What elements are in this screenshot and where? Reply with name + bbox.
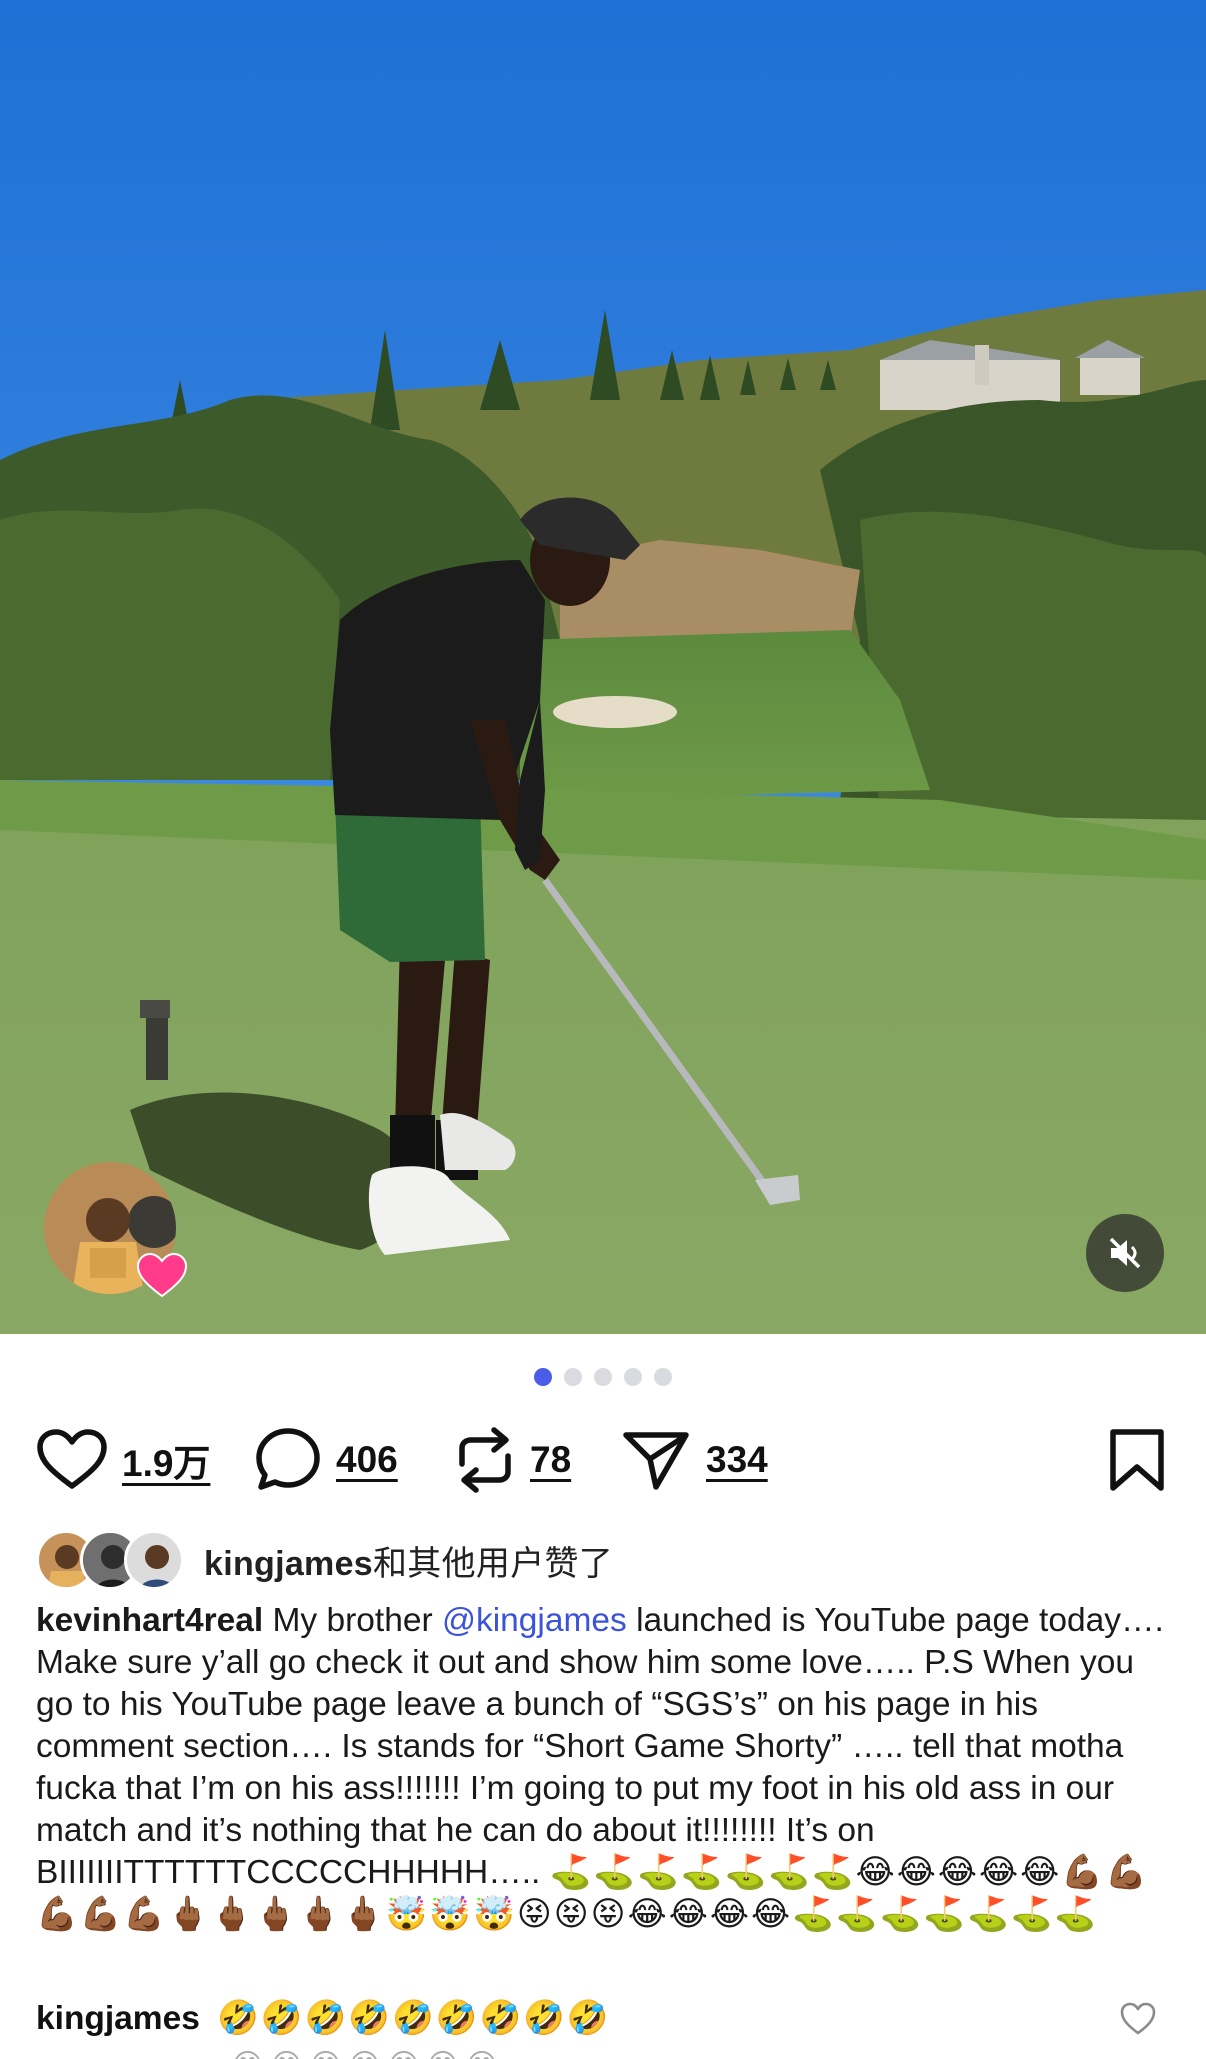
comment-icon[interactable] [254,1426,322,1494]
share-icon[interactable] [620,1427,692,1493]
liker-avatars [36,1530,196,1590]
caption-text-before: My brother [263,1602,442,1639]
pager-dot[interactable] [624,1368,642,1386]
pager-dot[interactable] [564,1368,582,1386]
liked-by-user[interactable]: kingjames [204,1545,373,1583]
next-comment-preview: 😂😂😂😂😂😂😂 [230,2048,503,2059]
repost-action[interactable]: 78 [454,1420,571,1500]
bookmark-icon[interactable] [1108,1427,1166,1493]
post-media-video[interactable] [0,0,1206,1334]
repost-count[interactable]: 78 [530,1439,571,1481]
liker-avatar [124,1530,184,1590]
liked-by-row[interactable]: kingjames和其他用户赞了 [36,1530,613,1590]
mute-icon [1109,1237,1141,1269]
carousel-pager [0,1368,1206,1386]
golf-course-scene [0,0,1206,1334]
like-action[interactable]: 1.9万 [36,1420,210,1500]
heart-icon[interactable] [36,1428,108,1492]
caption-text-after: launched is YouTube page today…. Make su… [36,1602,1164,1891]
comment-action[interactable]: 406 [254,1420,398,1500]
comment-text: 🤣🤣🤣🤣🤣🤣🤣🤣🤣 [217,2000,611,2037]
top-comment[interactable]: kingjames 🤣🤣🤣🤣🤣🤣🤣🤣🤣 [36,1994,1166,2044]
comment-like-heart-icon[interactable] [1120,2002,1156,2036]
mute-button[interactable] [1086,1214,1164,1292]
pager-dot-active[interactable] [534,1368,552,1386]
like-count[interactable]: 1.9万 [122,1433,210,1487]
repost-icon[interactable] [454,1426,516,1494]
share-action[interactable]: 334 [620,1420,768,1500]
post-action-bar: 1.9万 406 78 334 [36,1420,1166,1500]
pager-dot[interactable] [654,1368,672,1386]
caption-mention[interactable]: @kingjames [442,1602,627,1639]
caption-username[interactable]: kevinhart4real [36,1602,263,1639]
post-caption: kevinhart4real My brother @kingjames lau… [36,1600,1170,1936]
comment-username[interactable]: kingjames [36,2000,200,2037]
liked-by-suffix: 和其他用户赞了 [373,1544,614,1583]
liked-by-text: kingjames和其他用户赞了 [204,1536,613,1585]
share-count[interactable]: 334 [706,1439,768,1481]
pager-dot[interactable] [594,1368,612,1386]
bookmark-button[interactable] [1108,1420,1166,1500]
comment-count[interactable]: 406 [336,1439,398,1481]
heart-badge-icon [136,1252,188,1298]
